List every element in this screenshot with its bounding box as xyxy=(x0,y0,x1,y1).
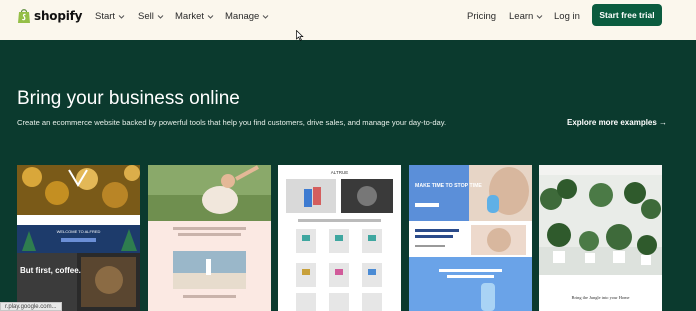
plants-caption: Bring the Jungle into your Home xyxy=(572,295,630,300)
store-example-skincare[interactable]: MAKE TIME TO STOP TIME xyxy=(409,165,532,311)
chevron-down-icon xyxy=(262,14,269,19)
chevron-down-icon xyxy=(207,14,214,19)
mouse-cursor-icon xyxy=(296,30,304,41)
skincare-preview-image: MAKE TIME TO STOP TIME xyxy=(409,165,532,311)
nav-login-label: Log in xyxy=(554,10,580,22)
nav-pricing-label: Pricing xyxy=(467,10,497,22)
altrue-preview-image: ALTRUE xyxy=(278,165,401,311)
wellness-preview-image xyxy=(148,165,271,311)
chevron-down-icon xyxy=(118,14,125,19)
plants-preview-image: Bring the Jungle into your Home xyxy=(539,165,662,311)
nav-learn[interactable]: Learn xyxy=(509,10,543,22)
hero-subtitle: Create an ecommerce website backed by po… xyxy=(17,118,447,127)
nav-manage[interactable]: Manage xyxy=(225,10,269,22)
nav-login[interactable]: Log in xyxy=(554,10,580,22)
nav-learn-label: Learn xyxy=(509,10,534,22)
browser-status-bar: r.play.google.com... xyxy=(0,302,62,311)
store-example-wellness[interactable] xyxy=(148,165,271,311)
start-free-trial-button[interactable]: Start free trial xyxy=(592,4,662,26)
shopify-logo[interactable]: shopify xyxy=(17,7,82,25)
store-example-altrue[interactable]: ALTRUE xyxy=(278,165,401,311)
nav-market-label: Market xyxy=(175,10,205,22)
nav-sell[interactable]: Sell xyxy=(138,10,164,22)
nav-market[interactable]: Market xyxy=(175,10,214,22)
hero-title: Bring your business online xyxy=(17,88,240,109)
explore-label: Explore more examples → xyxy=(567,118,668,127)
nav-sell-label: Sell xyxy=(138,10,154,22)
nav-pricing[interactable]: Pricing xyxy=(467,10,496,22)
altrue-brand-text: ALTRUE xyxy=(331,170,348,175)
alfred-banner-text: WELCOME TO ALFRED xyxy=(57,229,101,234)
store-example-plants[interactable]: Bring the Jungle into your Home xyxy=(539,165,662,311)
chevron-down-icon xyxy=(157,14,164,19)
nav-manage-label: Manage xyxy=(225,10,260,22)
nav-start-label: Start xyxy=(95,10,116,22)
chevron-down-icon xyxy=(536,14,543,19)
nav-start[interactable]: Start xyxy=(95,10,125,22)
alfred-coffee-sign: But first, coffee. xyxy=(20,266,81,275)
logo-text: shopify xyxy=(34,9,83,23)
explore-more-examples-link[interactable]: Explore more examples → xyxy=(567,118,667,127)
site-header: shopify Start Sell Market Manage Pricing… xyxy=(0,0,696,40)
status-url-text: r.play.google.com... xyxy=(5,303,57,310)
store-example-alfred[interactable]: WELCOME TO ALFRED But first, coffee. xyxy=(17,165,140,311)
alfred-preview-image: WELCOME TO ALFRED But first, coffee. xyxy=(17,165,140,311)
shopping-bag-icon xyxy=(18,9,30,23)
skincare-headline: MAKE TIME TO STOP TIME xyxy=(415,183,482,189)
